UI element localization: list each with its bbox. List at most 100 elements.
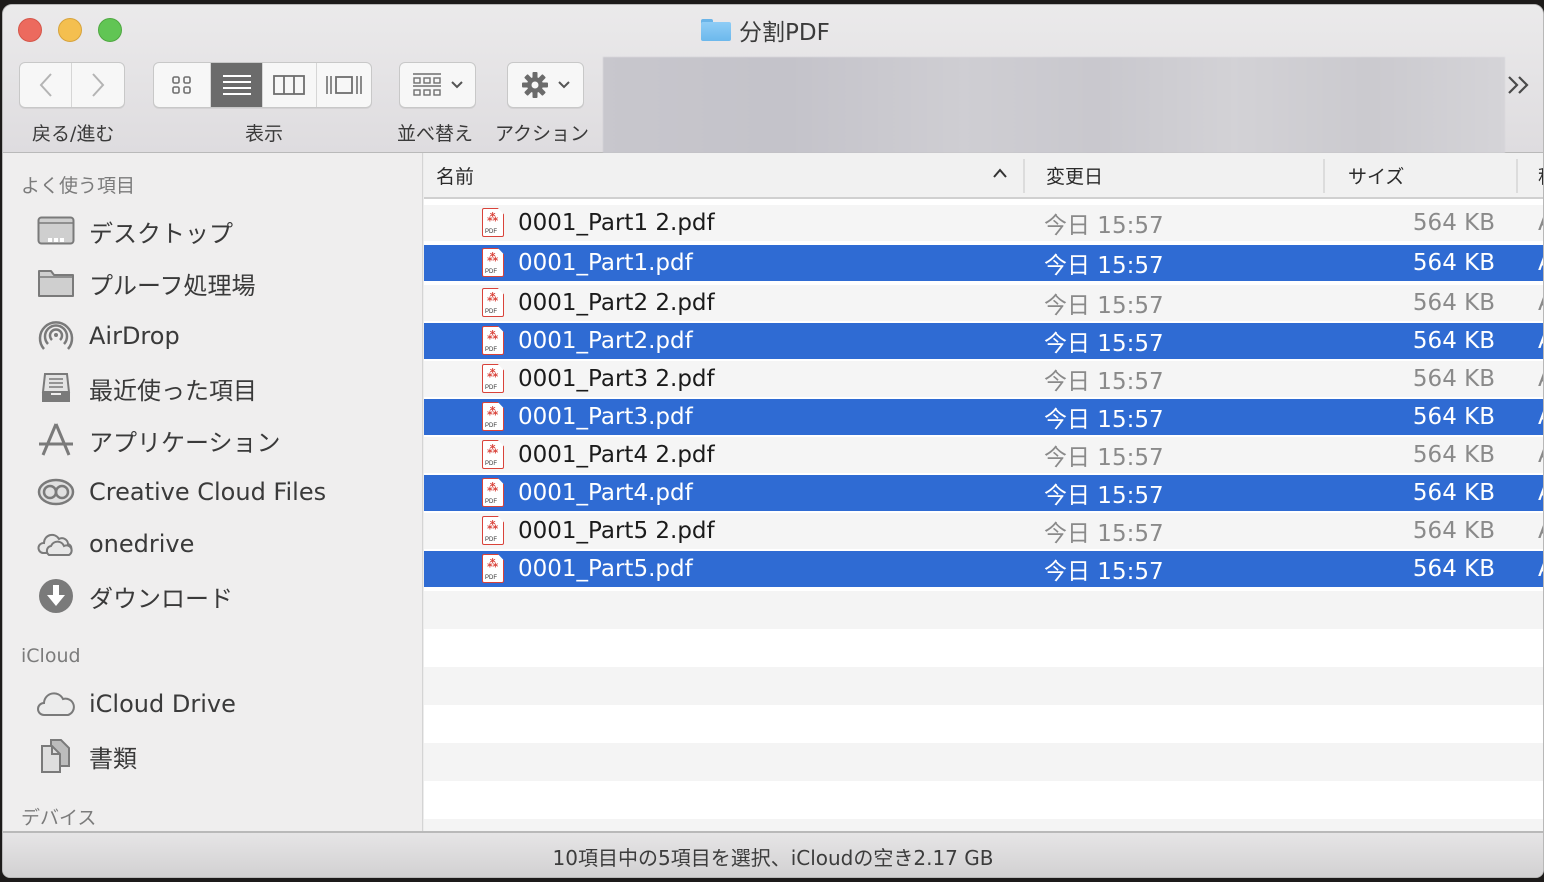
back-button[interactable] [20, 63, 72, 107]
airdrop-icon [37, 317, 75, 355]
sidebar-item-creative-cloud[interactable]: Creative Cloud Files [37, 470, 326, 514]
file-row[interactable]: ⁂ PDF 0001_Part1.pdf 今日 15:57 564 KB A [424, 245, 1543, 281]
file-row[interactable]: ⁂ PDF 0001_Part2 2.pdf 今日 15:57 564 KB A [424, 285, 1543, 321]
file-name: 0001_Part2.pdf [518, 328, 693, 354]
file-list: 名前 変更日 サイズ 種 ⁂ PDF 0001_Part1 2.pdf 今日 15:5… [424, 153, 1543, 831]
action-label: アクション [495, 123, 590, 145]
file-date: 今日 15:57 [1044, 559, 1164, 585]
folder-icon [37, 264, 75, 302]
sort-ascending-icon [992, 163, 1008, 184]
file-name: 0001_Part4.pdf [518, 480, 693, 506]
file-name: 0001_Part2 2.pdf [518, 290, 715, 316]
pdf-file-icon: ⁂ PDF [482, 208, 504, 237]
pdf-label: PDF [485, 423, 497, 429]
column-header-date[interactable]: 変更日 [1046, 153, 1103, 197]
toolbar-overflow-button[interactable] [1506, 73, 1532, 103]
file-kind: A [1538, 480, 1543, 506]
chevron-down-icon [557, 81, 570, 89]
file-size: 564 KB [1412, 210, 1495, 236]
empty-row [424, 781, 1543, 819]
column-header-size[interactable]: サイズ [1348, 153, 1404, 197]
column-resize-handle[interactable] [1023, 159, 1025, 193]
sidebar-item-label: ダウンロード [89, 584, 233, 613]
file-row[interactable]: ⁂ PDF 0001_Part4 2.pdf 今日 15:57 564 KB A [424, 437, 1543, 473]
sidebar-item-proof-folder[interactable]: プルーフ処理場 [37, 261, 256, 305]
list-header: 名前 変更日 サイズ 種 [424, 153, 1543, 199]
sidebar-item-icloud-drive[interactable]: iCloud Drive [37, 682, 236, 726]
pdf-file-icon: ⁂ PDF [482, 440, 504, 469]
file-name: 0001_Part1.pdf [518, 250, 693, 276]
acrobat-glyph: ⁂ [487, 481, 499, 494]
action-button-inner[interactable] [508, 63, 583, 107]
sidebar-item-recents[interactable]: 最近使った項目 [37, 366, 257, 410]
arrange-grid-icon [412, 73, 441, 96]
file-date: 今日 15:57 [1044, 331, 1164, 357]
acrobat-glyph: ⁂ [487, 291, 499, 304]
nav-label: 戻る/進む [32, 123, 115, 145]
sidebar: よく使う項目 デスクトップ プルーフ処理場 AirDrop 最近使った項目 アプ… [3, 153, 423, 831]
file-kind: A [1538, 210, 1543, 236]
sidebar-item-applications[interactable]: アプリケーション [37, 418, 281, 462]
sidebar-item-documents[interactable]: 書類 [37, 734, 137, 778]
acrobat-glyph: ⁂ [487, 443, 499, 456]
icon-view-button[interactable] [154, 63, 212, 107]
file-name: 0001_Part5.pdf [518, 556, 693, 582]
list-view-icon [222, 75, 251, 95]
nav-buttons [19, 62, 125, 108]
sidebar-item-label: デスクトップ [89, 219, 233, 248]
column-view-button[interactable] [263, 63, 317, 107]
sidebar-item-airdrop[interactable]: AirDrop [37, 314, 180, 358]
file-row[interactable]: ⁂ PDF 0001_Part4.pdf 今日 15:57 564 KB A [424, 475, 1543, 511]
file-name: 0001_Part3 2.pdf [518, 366, 715, 392]
file-size: 564 KB [1412, 556, 1495, 582]
column-header-name[interactable]: 名前 [436, 153, 474, 197]
sidebar-item-label: onedrive [89, 530, 195, 558]
arrange-button[interactable] [399, 62, 476, 108]
file-kind: A [1538, 442, 1543, 468]
sidebar-item-label: 最近使った項目 [89, 376, 257, 405]
file-date: 今日 15:57 [1044, 483, 1164, 509]
file-row[interactable]: ⁂ PDF 0001_Part5 2.pdf 今日 15:57 564 KB A [424, 513, 1543, 549]
empty-row [424, 629, 1543, 667]
chevron-left-icon [39, 73, 52, 97]
empty-row [424, 591, 1543, 629]
file-row[interactable]: ⁂ PDF 0001_Part3 2.pdf 今日 15:57 564 KB A [424, 361, 1543, 397]
file-date: 今日 15:57 [1044, 521, 1164, 547]
forward-button[interactable] [72, 63, 124, 107]
file-row[interactable]: ⁂ PDF 0001_Part5.pdf 今日 15:57 564 KB A [424, 551, 1543, 587]
pdf-file-icon: ⁂ PDF [482, 402, 504, 431]
column-header-kind[interactable]: 種 [1538, 153, 1543, 197]
acrobat-glyph: ⁂ [487, 251, 499, 264]
pdf-label: PDF [485, 385, 497, 391]
file-kind: A [1538, 328, 1543, 354]
pdf-label: PDF [485, 537, 497, 543]
sidebar-item-desktop[interactable]: デスクトップ [37, 209, 233, 253]
gallery-view-button[interactable] [317, 63, 371, 107]
sidebar-section-devices: デバイス [21, 807, 97, 829]
sidebar-item-onedrive[interactable]: onedrive [37, 522, 194, 566]
file-size: 564 KB [1412, 442, 1495, 468]
file-name: 0001_Part4 2.pdf [518, 442, 715, 468]
file-row[interactable]: ⁂ PDF 0001_Part3.pdf 今日 15:57 564 KB A [424, 399, 1543, 435]
pdf-label: PDF [485, 499, 497, 505]
view-mode-selector [153, 62, 372, 108]
window-title: 分割PDF [701, 15, 830, 46]
column-resize-handle[interactable] [1323, 159, 1325, 193]
file-row[interactable]: ⁂ PDF 0001_Part1 2.pdf 今日 15:57 564 KB A [424, 205, 1543, 241]
zoom-button[interactable] [98, 18, 122, 42]
arrange-button-inner[interactable] [400, 63, 475, 107]
file-row[interactable]: ⁂ PDF 0001_Part2.pdf 今日 15:57 564 KB A [424, 323, 1543, 359]
close-button[interactable] [18, 18, 42, 42]
sidebar-item-downloads[interactable]: ダウンロード [37, 574, 233, 618]
arrange-label: 並べ替え [397, 123, 474, 145]
file-date: 今日 15:57 [1044, 369, 1164, 395]
blurred-toolbar-region [603, 57, 1505, 153]
desktop-icon [37, 212, 75, 250]
column-resize-handle[interactable] [1516, 159, 1518, 193]
minimize-button[interactable] [58, 18, 82, 42]
file-date: 今日 15:57 [1044, 293, 1164, 319]
list-view-button[interactable] [211, 63, 263, 107]
pdf-label: PDF [485, 269, 497, 275]
sidebar-item-label: AirDrop [89, 322, 180, 350]
action-button[interactable] [507, 62, 584, 108]
